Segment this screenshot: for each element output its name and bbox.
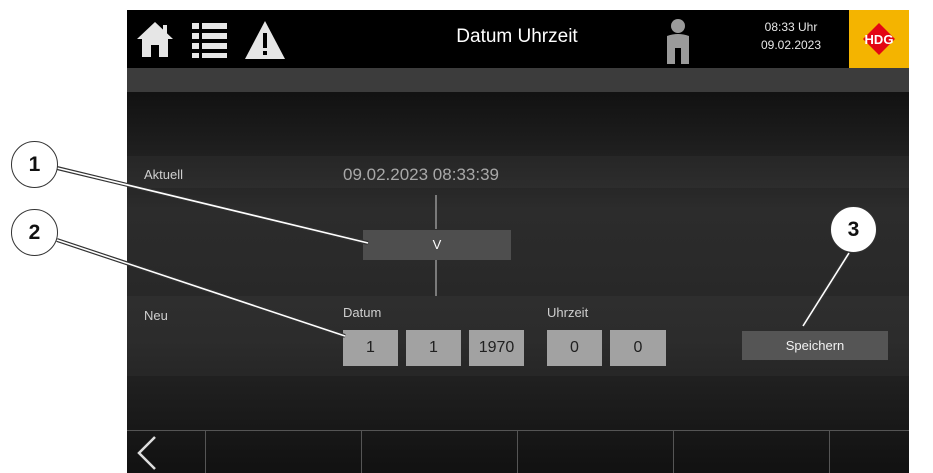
callout-lines bbox=[56, 166, 851, 338]
callout-marker-1: 1 bbox=[11, 141, 58, 188]
callout-line-2-inner bbox=[56, 239, 346, 337]
callout-line-3-inner bbox=[802, 252, 850, 327]
callout-marker-2: 2 bbox=[11, 209, 58, 256]
callout-marker-3: 3 bbox=[830, 206, 877, 253]
callout-line-1-inner bbox=[56, 167, 369, 244]
